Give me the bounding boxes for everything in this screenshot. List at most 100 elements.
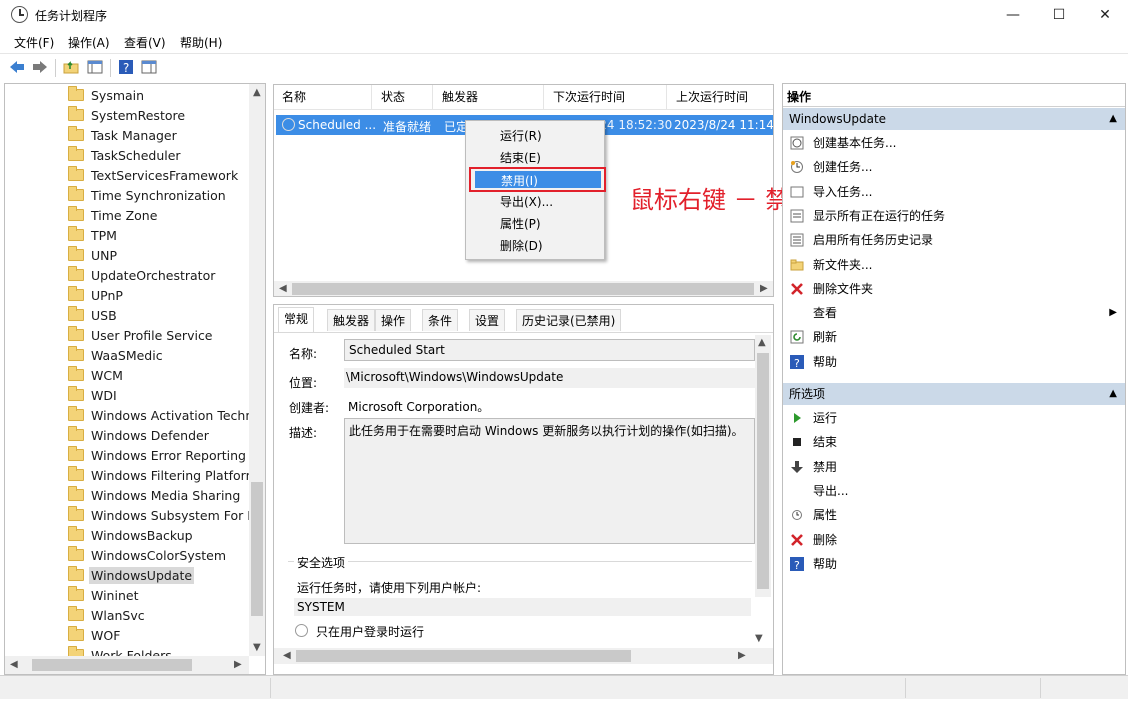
tree-item[interactable]: User Profile Service: [68, 325, 213, 345]
tree-scroll-thumb[interactable]: [251, 482, 263, 616]
tree-item[interactable]: Time Synchronization: [68, 185, 226, 205]
action-item[interactable]: 删除: [783, 528, 1125, 552]
tree-item[interactable]: UNP: [68, 245, 117, 265]
action-item[interactable]: 创建任务...: [783, 155, 1125, 179]
action-item-label: 新文件夹...: [813, 257, 873, 272]
up-folder-icon[interactable]: [62, 58, 80, 76]
tree-item[interactable]: WlanSvc: [68, 605, 145, 625]
action-item[interactable]: ? 帮助: [783, 350, 1125, 374]
column-status[interactable]: 状态: [373, 85, 433, 109]
menu-item-disable[interactable]: 禁用(I): [475, 171, 601, 188]
tree-item[interactable]: WindowsColorSystem: [68, 545, 226, 565]
action-item[interactable]: 导出...: [783, 479, 1125, 503]
tab-actions[interactable]: 操作: [375, 309, 412, 331]
action-item[interactable]: 显示所有正在运行的任务: [783, 204, 1125, 228]
tree-item[interactable]: TaskScheduler: [68, 145, 181, 165]
folder-icon: [68, 166, 84, 181]
tree-item[interactable]: Task Manager: [68, 125, 177, 145]
minimize-button[interactable]: —: [990, 0, 1036, 30]
collapse-icon[interactable]: ▲: [1109, 108, 1117, 130]
help-icon[interactable]: ?: [117, 58, 135, 76]
tree-item[interactable]: UpdateOrchestrator: [68, 265, 215, 285]
action-item[interactable]: 禁用: [783, 455, 1125, 479]
menu-item-delete[interactable]: 删除(D): [500, 237, 543, 254]
tree-hscroll-thumb[interactable]: [32, 659, 192, 671]
details-horizontal-scrollbar[interactable]: ◀ ▶: [274, 648, 773, 664]
action-item[interactable]: 创建基本任务...: [783, 131, 1125, 155]
tree-item[interactable]: WindowsUpdate: [68, 565, 195, 585]
name-field[interactable]: Scheduled Start: [344, 339, 755, 361]
tree-item[interactable]: SystemRestore: [68, 105, 185, 125]
action-item[interactable]: 刷新: [783, 325, 1125, 349]
details-scroll-down[interactable]: ▼: [755, 633, 763, 644]
details-scroll-thumb[interactable]: [757, 353, 769, 589]
tab-settings[interactable]: 设置: [469, 309, 506, 331]
action-item[interactable]: 新文件夹...: [783, 253, 1125, 277]
column-name[interactable]: 名称: [274, 85, 372, 109]
menu-item-end[interactable]: 结束(E): [500, 149, 541, 166]
collapse-icon[interactable]: ▲: [1109, 383, 1117, 405]
menu-item-properties[interactable]: 属性(P): [500, 215, 541, 232]
tree-item[interactable]: Wininet: [68, 585, 138, 605]
menu-help[interactable]: 帮助(H): [180, 34, 222, 51]
tree-item[interactable]: Time Zone: [68, 205, 157, 225]
tree-horizontal-scrollbar[interactable]: ◀ ▶: [5, 656, 249, 674]
action-item[interactable]: ? 帮助: [783, 552, 1125, 576]
show-action-pane-icon[interactable]: [140, 58, 158, 76]
menu-action[interactable]: 操作(A): [68, 34, 110, 51]
tree-item[interactable]: Windows Error Reporting: [68, 445, 246, 465]
tree-item[interactable]: USB: [68, 305, 117, 325]
tree-item[interactable]: Windows Filtering Platform: [68, 465, 258, 485]
action-item[interactable]: 查看 ▶: [783, 301, 1125, 325]
task-list-horizontal-scrollbar[interactable]: ◀ ▶: [274, 281, 773, 296]
tree-item[interactable]: Windows Defender: [68, 425, 209, 445]
menu-item-export[interactable]: 导出(X)...: [500, 193, 553, 210]
tab-general[interactable]: 常规: [278, 307, 315, 332]
back-icon[interactable]: [8, 58, 26, 76]
task-list-scroll-thumb[interactable]: [292, 283, 754, 295]
tree-item[interactable]: Sysmain: [68, 85, 144, 105]
column-trigger[interactable]: 触发器: [434, 85, 544, 109]
action-item[interactable]: 运行: [783, 406, 1125, 430]
action-item[interactable]: 删除文件夹: [783, 277, 1125, 301]
tree-item[interactable]: Windows Subsystem For Li: [68, 505, 258, 525]
folder-icon: [68, 466, 84, 481]
column-last-run[interactable]: 上次运行时间: [668, 85, 773, 109]
close-button[interactable]: ✕: [1082, 0, 1128, 30]
tree-item[interactable]: TextServicesFramework: [68, 165, 238, 185]
tab-triggers[interactable]: 触发器: [327, 309, 376, 331]
tree-item-label: WOF: [91, 627, 121, 643]
menu-file[interactable]: 文件(F): [14, 34, 54, 51]
tree-item[interactable]: WindowsBackup: [68, 525, 193, 545]
tree-item[interactable]: WDI: [68, 385, 117, 405]
tree-vertical-scrollbar[interactable]: ▲ ▼: [249, 84, 265, 656]
tab-history[interactable]: 历史记录(已禁用): [516, 309, 622, 331]
column-next-run[interactable]: 下次运行时间: [545, 85, 667, 109]
action-item[interactable]: 属性: [783, 503, 1125, 527]
details-hscroll-thumb[interactable]: [296, 650, 631, 662]
show-hide-tree-icon[interactable]: [86, 58, 104, 76]
menu-item-run[interactable]: 运行(R): [500, 127, 542, 144]
section-windowsupdate[interactable]: WindowsUpdate ▲: [783, 108, 1125, 130]
maximize-button[interactable]: ☐: [1036, 0, 1082, 30]
tree-item-label: UpdateOrchestrator: [91, 267, 216, 283]
tree-item[interactable]: TPM: [68, 225, 117, 245]
tree-item[interactable]: WCM: [68, 365, 123, 385]
delete-icon: [790, 533, 804, 547]
tree-item[interactable]: UPnP: [68, 285, 123, 305]
tab-conditions[interactable]: 条件: [422, 309, 459, 331]
details-vertical-scrollbar[interactable]: ▲: [755, 335, 771, 597]
action-item[interactable]: 启用所有任务历史记录: [783, 228, 1125, 252]
forward-icon[interactable]: [31, 58, 49, 76]
clock-icon: [11, 6, 28, 23]
action-item[interactable]: 导入任务...: [783, 180, 1125, 204]
menu-view[interactable]: 查看(V): [124, 34, 166, 51]
tree-item[interactable]: WOF: [68, 625, 120, 645]
tree-item[interactable]: WaaSMedic: [68, 345, 163, 365]
tree-item[interactable]: Windows Activation Technc: [68, 405, 260, 425]
tree-item[interactable]: Windows Media Sharing: [68, 485, 240, 505]
section-selected-item[interactable]: 所选项 ▲: [783, 383, 1125, 405]
logon-only-radio[interactable]: [295, 624, 308, 637]
description-field[interactable]: 此任务用于在需要时启动 Windows 更新服务以执行计划的操作(如扫描)。: [344, 418, 755, 544]
action-item[interactable]: 结束: [783, 430, 1125, 454]
